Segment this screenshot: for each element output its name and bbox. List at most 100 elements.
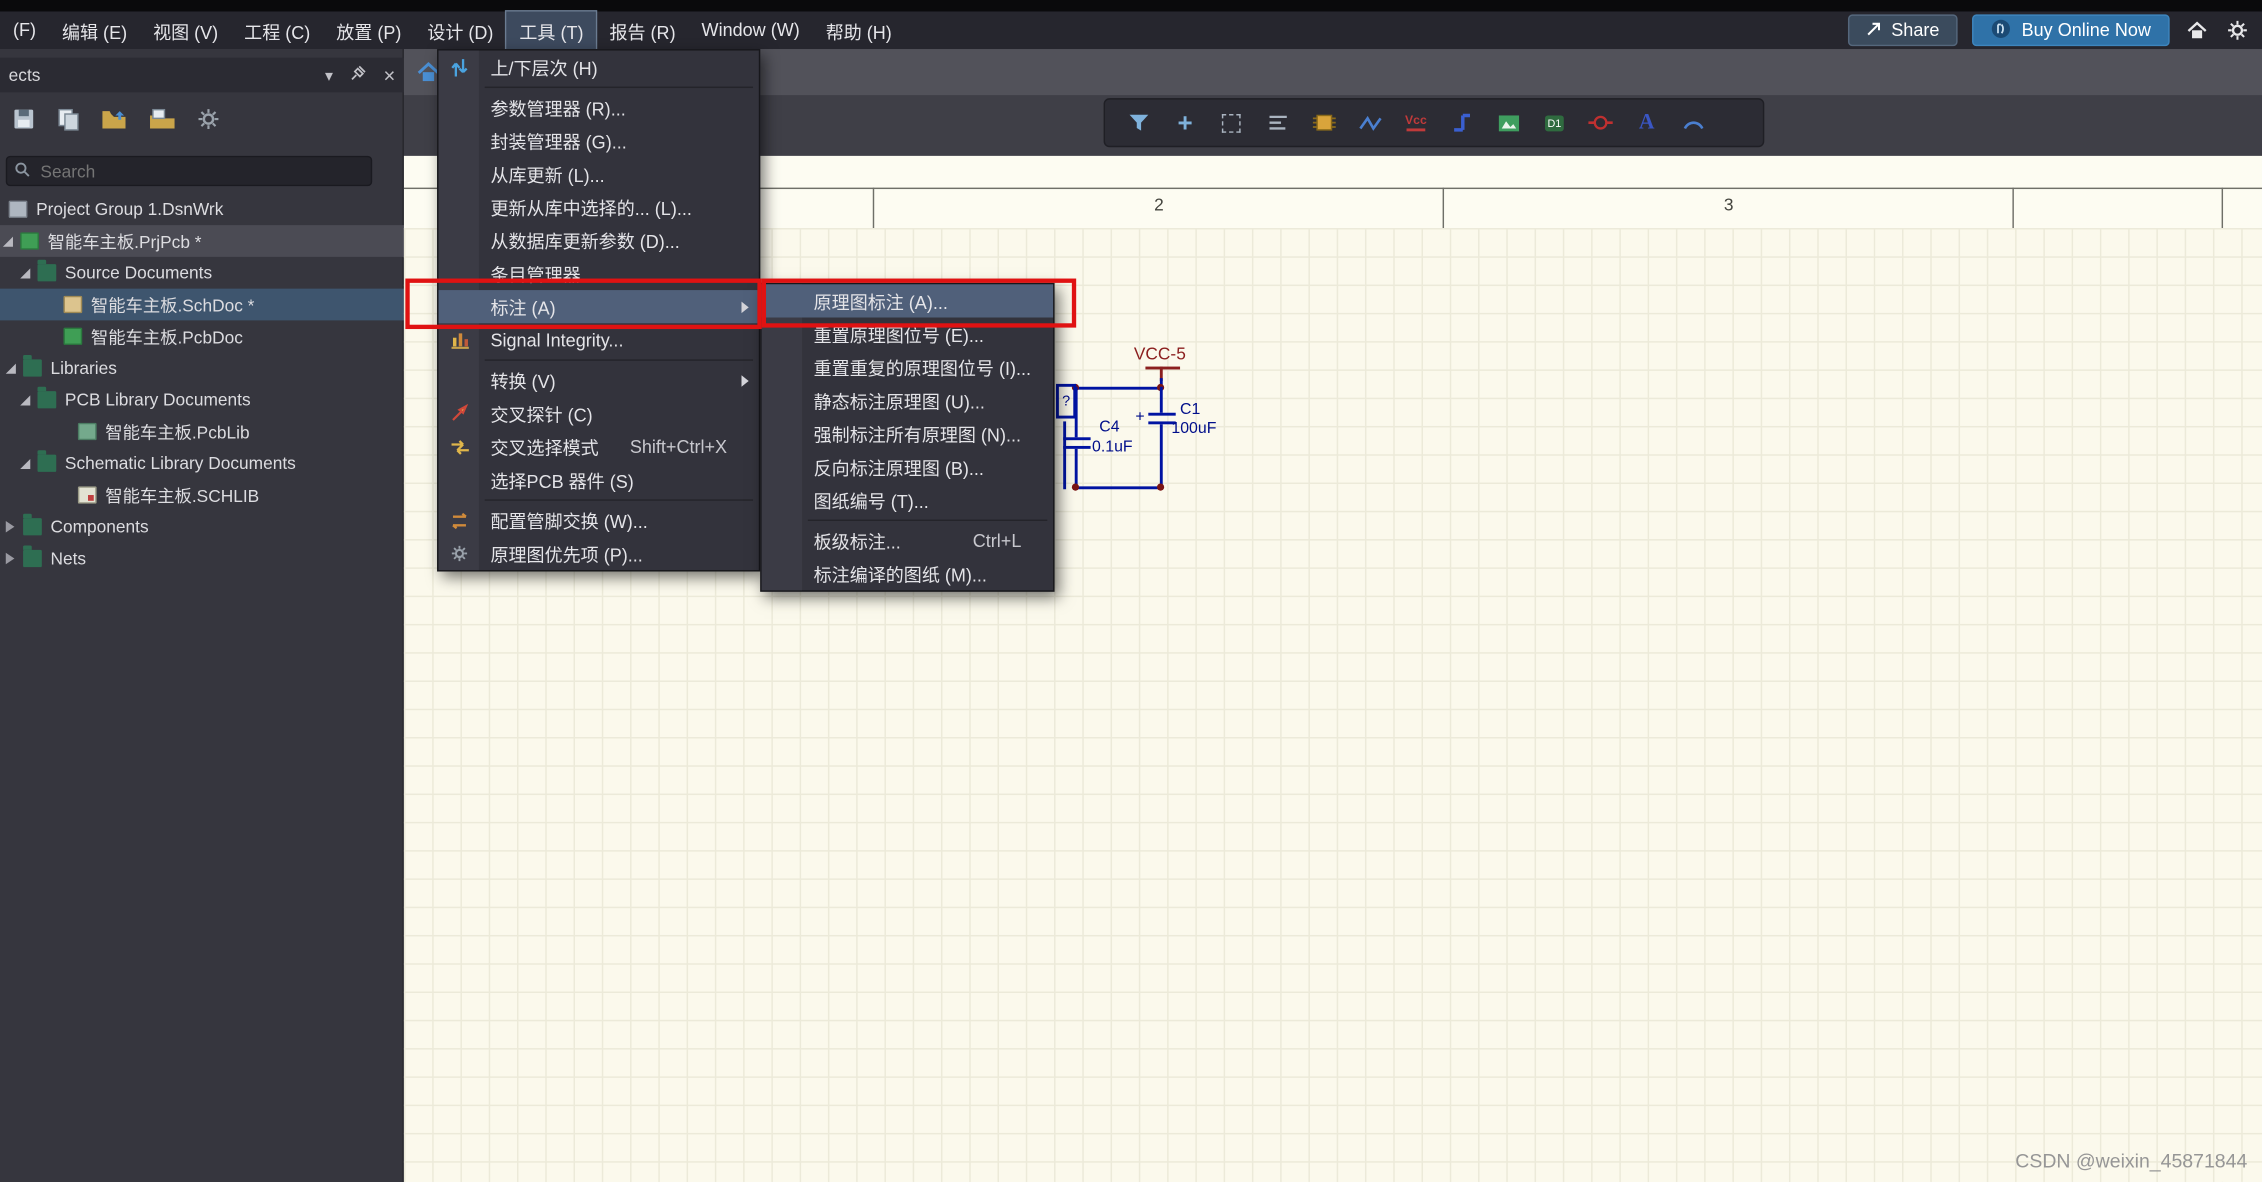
- home-icon[interactable]: [2184, 17, 2210, 43]
- tree-item-pcblib[interactable]: 智能车主板.PcbLib: [0, 416, 404, 448]
- open-project-folder-icon[interactable]: [101, 108, 128, 138]
- expand-arrow-icon[interactable]: [20, 394, 31, 405]
- menu-place[interactable]: 放置 (P): [323, 11, 414, 50]
- tree-item-schlib[interactable]: 智能车主板.SCHLIB: [0, 479, 404, 511]
- menu-window[interactable]: Window (W): [689, 14, 813, 46]
- menu-item-signal-integrity[interactable]: Signal Integrity...: [439, 323, 759, 356]
- c4-designator[interactable]: C4: [1099, 419, 1119, 436]
- tree-item-source-documents[interactable]: Source Documents: [0, 257, 404, 289]
- power-port-icon[interactable]: Vcc: [1396, 102, 1435, 142]
- gear-icon[interactable]: [2224, 17, 2250, 43]
- menu-item-force-annotate-all[interactable]: 强制标注所有原理图 (N)...: [762, 417, 1053, 450]
- pin-icon[interactable]: [350, 65, 366, 85]
- c4-value[interactable]: 0.1uF: [1092, 439, 1133, 456]
- menu-item-annotation[interactable]: 标注 (A): [438, 290, 759, 324]
- column-divider: [1442, 187, 1445, 229]
- c1-value[interactable]: 100uF: [1171, 421, 1216, 437]
- menu-item-back-annotate[interactable]: 反向标注原理图 (B)...: [762, 450, 1053, 483]
- projects-panel: ects ▾ × Search Project Group 1.DsnWrk 智…: [0, 49, 404, 1182]
- close-icon[interactable]: ×: [383, 64, 395, 87]
- menu-item-convert[interactable]: 转换 (V): [439, 364, 759, 397]
- menu-item-reset-schematic-designators[interactable]: 重置原理图位号 (E)...: [762, 318, 1053, 351]
- menu-view[interactable]: 视图 (V): [140, 11, 231, 50]
- wire-segment[interactable]: [1074, 386, 1163, 390]
- expand-arrow-icon[interactable]: [20, 458, 31, 469]
- menu-item-cross-select-mode[interactable]: 交叉选择模式 Shift+Ctrl+X: [439, 430, 759, 463]
- wire-segment[interactable]: [1074, 448, 1078, 487]
- tree-item-pcb-library-documents[interactable]: PCB Library Documents: [0, 384, 404, 416]
- tree-item-schematic-library-documents[interactable]: Schematic Library Documents: [0, 447, 404, 479]
- tree-item-prjpcb[interactable]: 智能车主板.PrjPcb *: [0, 225, 404, 257]
- wire-segment[interactable]: [1159, 424, 1163, 487]
- menu-item-number-sheets[interactable]: 图纸编号 (T)...: [762, 483, 1053, 516]
- menu-item-update-selected-from-library[interactable]: 更新从库中选择的... (L)...: [439, 191, 759, 224]
- menu-item-annotate-schematics-quietly[interactable]: 静态标注原理图 (U)...: [762, 384, 1053, 417]
- menu-item-annotate-schematics[interactable]: 原理图标注 (A)...: [761, 284, 1054, 318]
- menu-tools[interactable]: 工具 (T): [504, 9, 598, 52]
- net-label-vcc[interactable]: VCC-5: [1134, 345, 1186, 362]
- image-icon[interactable]: [1489, 102, 1528, 142]
- menu-item-configure-pin-swapping[interactable]: 配置管脚交换 (W)...: [439, 504, 759, 537]
- menu-help[interactable]: 帮助 (H): [813, 11, 905, 50]
- search-input[interactable]: [37, 159, 341, 183]
- wire-icon[interactable]: [1350, 102, 1389, 142]
- tree-item-pcbdoc[interactable]: 智能车主板.PcbDoc: [0, 320, 404, 352]
- filter-icon[interactable]: [1119, 102, 1158, 142]
- settings-icon[interactable]: [196, 107, 221, 139]
- panel-dropdown-icon[interactable]: ▾: [325, 66, 333, 84]
- menu-project[interactable]: 工程 (C): [231, 11, 323, 50]
- part-icon[interactable]: [1304, 102, 1343, 142]
- menu-item-footprint-manager[interactable]: 封装管理器 (G)...: [439, 124, 759, 157]
- preferences-icon: [446, 541, 473, 566]
- tree-item-schdoc[interactable]: 智能车主板.SchDoc *: [0, 288, 404, 321]
- collapse-arrow-icon[interactable]: [5, 552, 15, 565]
- connector-pin-box[interactable]: ?: [1055, 383, 1077, 419]
- select-area-icon[interactable]: [1212, 102, 1251, 142]
- buy-online-now-button[interactable]: Buy Online Now: [1972, 14, 2170, 47]
- collapse-arrow-icon[interactable]: [5, 520, 15, 533]
- crosshair-icon[interactable]: +: [1166, 102, 1205, 142]
- menu-item-parameter-manager[interactable]: 参数管理器 (R)...: [439, 91, 759, 124]
- designator-icon[interactable]: D1: [1535, 102, 1574, 142]
- tree-item-components[interactable]: Components: [0, 511, 404, 543]
- menu-item-item-manager[interactable]: 条目管理器...: [439, 257, 759, 290]
- menu-item-reset-duplicate-designators[interactable]: 重置重复的原理图位号 (I)...: [762, 351, 1053, 384]
- menu-item-schematic-preferences[interactable]: 原理图优先项 (P)...: [439, 537, 759, 570]
- tree-item-dsnwrk[interactable]: Project Group 1.DsnWrk: [0, 193, 404, 225]
- bus-icon[interactable]: [1443, 102, 1482, 142]
- column-label: 2: [1154, 194, 1164, 216]
- menu-file[interactable]: (F): [0, 14, 49, 46]
- expand-arrow-icon[interactable]: [5, 362, 16, 374]
- c1-plate-top[interactable]: [1148, 412, 1176, 416]
- align-icon[interactable]: [1258, 102, 1297, 142]
- menu-design[interactable]: 设计 (D): [414, 11, 506, 50]
- menu-item-hierarchy[interactable]: 上/下层次 (H): [439, 51, 759, 84]
- schematic-toolbar: + Vcc D1 A: [1103, 98, 1765, 148]
- text-icon[interactable]: A: [1627, 102, 1666, 142]
- menu-item-update-parameters-from-database[interactable]: 从数据库更新参数 (D)...: [439, 224, 759, 257]
- tree-item-nets[interactable]: Nets: [0, 543, 404, 575]
- documents-icon[interactable]: [56, 107, 81, 139]
- expand-arrow-icon[interactable]: [20, 267, 31, 278]
- arc-icon[interactable]: [1673, 102, 1712, 142]
- menu-item-select-pcb-components[interactable]: 选择PCB 器件 (S): [439, 463, 759, 496]
- menu-reports[interactable]: 报告 (R): [596, 11, 688, 50]
- folder-icon: [37, 450, 57, 472]
- watermark-text: CSDN @weixin_45871844: [2015, 1150, 2248, 1172]
- no-erc-icon[interactable]: [1581, 102, 1620, 142]
- menu-item-board-level-annotate[interactable]: 板级标注... Ctrl+L: [762, 524, 1053, 557]
- c1-designator[interactable]: C1: [1180, 402, 1200, 419]
- wire-segment[interactable]: [1159, 386, 1163, 413]
- menu-separator: [439, 84, 759, 91]
- share-button[interactable]: Share: [1847, 14, 1959, 47]
- tree-item-libraries[interactable]: Libraries: [0, 352, 404, 384]
- c4-plate-top[interactable]: [1063, 437, 1091, 441]
- save-icon[interactable]: [12, 107, 37, 139]
- wire-segment[interactable]: [1074, 486, 1163, 490]
- add-folder-icon[interactable]: [149, 108, 176, 138]
- menu-edit[interactable]: 编辑 (E): [49, 11, 140, 50]
- expand-arrow-icon[interactable]: [2, 235, 13, 247]
- menu-item-update-from-library[interactable]: 从库更新 (L)...: [439, 157, 759, 190]
- menu-item-cross-probe[interactable]: 交叉探针 (C): [439, 397, 759, 430]
- menu-item-annotate-compiled-sheets[interactable]: 标注编译的图纸 (M)...: [762, 557, 1053, 590]
